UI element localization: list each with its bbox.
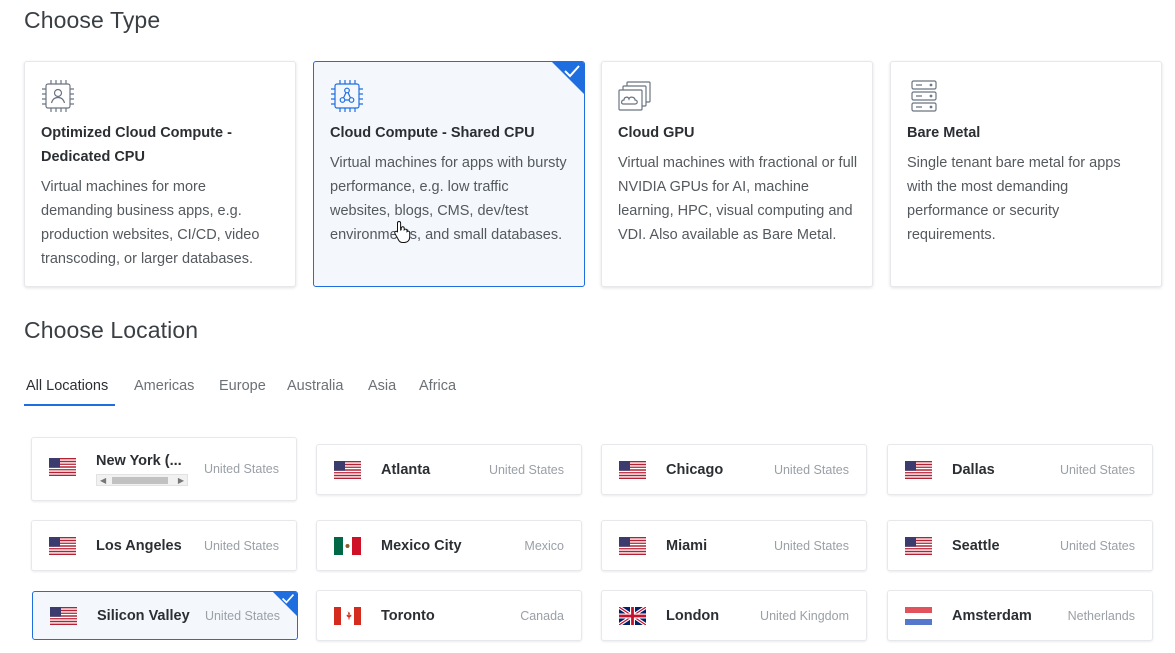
gpu-cloud-icon	[618, 81, 651, 111]
location-country: United States	[203, 538, 279, 553]
scrollbar-thumb[interactable]	[112, 477, 168, 484]
location-card-miami[interactable]: Miami United States	[601, 520, 867, 571]
location-country: United States	[203, 462, 279, 476]
hand-cursor-icon	[394, 220, 411, 243]
location-country: United States	[204, 608, 280, 623]
location-city: Atlanta	[381, 461, 431, 478]
type-card-description: Virtual machines with fractional or full…	[618, 155, 858, 243]
location-city: Amsterdam	[952, 607, 1032, 624]
location-card-seattle[interactable]: Seattle United States	[887, 520, 1153, 571]
location-country: United Kingdom	[760, 608, 849, 623]
us-flag-icon	[334, 460, 361, 479]
type-card-description: Virtual machines for apps with bursty pe…	[330, 155, 567, 243]
location-city: London	[666, 607, 720, 624]
us-flag-icon	[619, 460, 646, 479]
server-rack-icon	[911, 80, 937, 112]
location-country: Canada	[520, 608, 564, 623]
type-card-name: Cloud Compute - Shared CPU	[330, 125, 535, 141]
mx-flag-icon	[334, 536, 361, 555]
location-city: Dallas	[952, 461, 995, 478]
us-flag-icon	[49, 458, 76, 476]
location-country: Netherlands	[1067, 608, 1135, 623]
type-card-name: Optimized Cloud Compute - Dedicated CPU	[41, 125, 232, 165]
gb-flag-icon	[619, 606, 646, 625]
location-city: Los Angeles	[96, 537, 182, 554]
checkmark-icon	[281, 594, 295, 604]
us-flag-icon	[905, 460, 932, 479]
location-city: Toronto	[381, 607, 435, 624]
location-city: Chicago	[666, 461, 724, 478]
chip-user-icon	[42, 80, 74, 112]
tab-all-locations[interactable]: All Locations	[26, 370, 108, 406]
location-country: United States	[773, 462, 849, 477]
type-card-cloud-gpu[interactable]: Cloud GPU Virtual machines with fraction…	[601, 61, 873, 287]
location-card-toronto[interactable]: Toronto Canada	[316, 590, 582, 641]
scroll-left-icon[interactable]: ◀	[100, 476, 106, 485]
location-city: Silicon Valley	[97, 607, 190, 624]
choose-type-heading: Choose Type	[24, 7, 161, 33]
tab-australia[interactable]: Australia	[287, 370, 343, 406]
type-card-description: Single tenant bare metal for apps with t…	[907, 155, 1121, 243]
location-card-mexico-city[interactable]: Mexico City Mexico	[316, 520, 582, 571]
type-card-bare-metal[interactable]: Bare Metal Single tenant bare metal for …	[890, 61, 1162, 287]
tab-europe[interactable]: Europe	[219, 370, 266, 406]
location-country: United States	[1059, 462, 1135, 477]
location-card-dallas[interactable]: Dallas United States	[887, 444, 1153, 495]
us-flag-icon	[49, 536, 76, 555]
chip-network-icon	[331, 80, 363, 112]
horizontal-scrollbar[interactable]: ◀ ▶	[96, 474, 188, 486]
location-country: United States	[773, 538, 849, 553]
location-city: Miami	[666, 537, 708, 554]
type-card-name: Cloud GPU	[618, 125, 695, 141]
checkmark-icon	[564, 65, 580, 78]
location-country: Mexico	[524, 538, 564, 553]
type-card-name: Bare Metal	[907, 125, 981, 141]
active-tab-underline	[24, 404, 115, 406]
tab-africa[interactable]: Africa	[419, 370, 456, 406]
location-card-silicon-valley[interactable]: Silicon Valley United States	[32, 591, 298, 640]
location-card-atlanta[interactable]: Atlanta United States	[316, 444, 582, 495]
location-card-chicago[interactable]: Chicago United States	[601, 444, 867, 495]
type-card-optimized-cloud-compute[interactable]: Optimized Cloud Compute - Dedicated CPU …	[24, 61, 296, 287]
location-country: United States	[1059, 538, 1135, 553]
location-card-los-angeles[interactable]: Los Angeles United States	[31, 520, 297, 571]
location-country: United States	[488, 462, 564, 477]
ca-flag-icon	[334, 606, 361, 625]
tab-americas[interactable]: Americas	[134, 370, 194, 406]
type-card-description: Virtual machines for more demanding busi…	[41, 179, 260, 267]
us-flag-icon	[50, 606, 77, 625]
scroll-right-icon[interactable]: ▶	[178, 476, 184, 485]
us-flag-icon	[619, 536, 646, 555]
location-city: Mexico City	[381, 537, 462, 554]
location-card-london[interactable]: London United Kingdom	[601, 590, 867, 641]
tab-asia[interactable]: Asia	[368, 370, 396, 406]
location-card-amsterdam[interactable]: Amsterdam Netherlands	[887, 590, 1153, 641]
location-city: Seattle	[952, 537, 1000, 554]
us-flag-icon	[905, 536, 932, 555]
choose-location-heading: Choose Location	[24, 317, 199, 343]
type-card-cloud-compute-shared[interactable]: Cloud Compute - Shared CPU Virtual machi…	[313, 61, 585, 287]
location-card-new-york[interactable]: New York (... ◀ ▶ United States	[31, 437, 297, 501]
nl-flag-icon	[905, 606, 932, 625]
location-city: New York (...	[96, 453, 182, 469]
